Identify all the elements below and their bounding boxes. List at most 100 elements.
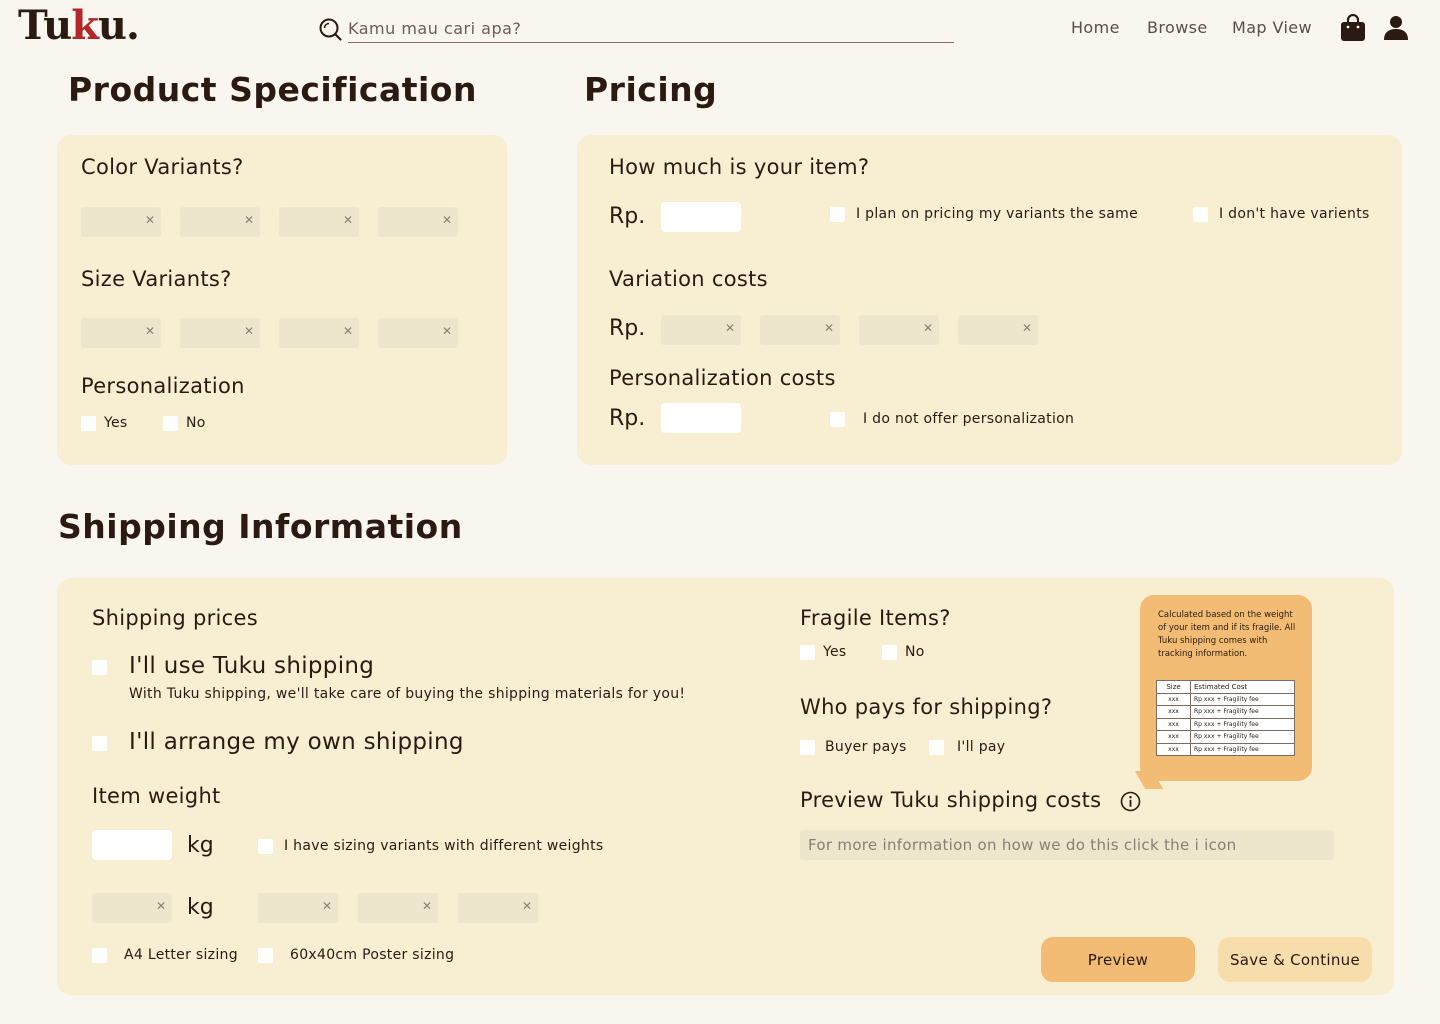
save-continue-button[interactable]: Save & Continue [1218, 937, 1372, 982]
no-variants-label: I don't have varients [1219, 206, 1370, 222]
nav-home[interactable]: Home [1071, 18, 1120, 37]
size-variant-chip[interactable]: ✕ [279, 318, 359, 348]
nav-map-view[interactable]: Map View [1232, 18, 1312, 37]
search-icon[interactable] [318, 17, 342, 41]
no-personalization-checkbox[interactable] [830, 412, 845, 427]
kg-label: kg [187, 833, 214, 858]
tuku-shipping-label: I'll use Tuku shipping [129, 653, 375, 679]
personalization-costs-label: Personalization costs [609, 366, 836, 390]
color-variant-chip[interactable]: ✕ [279, 207, 359, 237]
fragile-yes-label: Yes [823, 644, 847, 660]
a4-sizing-checkbox[interactable] [92, 948, 107, 963]
search-input[interactable] [348, 14, 954, 43]
how-much-label: How much is your item? [609, 155, 870, 179]
weight-input[interactable] [92, 830, 172, 860]
poster-sizing-label: 60x40cm Poster sizing [290, 947, 455, 963]
variation-cost-chip[interactable]: ✕ [958, 315, 1038, 345]
sizing-variants-checkbox[interactable] [258, 839, 273, 854]
personalization-yes-checkbox[interactable] [81, 416, 96, 431]
personalization-no-checkbox[interactable] [163, 416, 178, 431]
variation-cost-chip[interactable]: ✕ [760, 315, 840, 345]
color-variant-chip[interactable]: ✕ [378, 207, 458, 237]
buyer-pays-checkbox[interactable] [800, 740, 815, 755]
remove-icon[interactable]: ✕ [145, 324, 155, 338]
remove-icon[interactable]: ✕ [923, 321, 933, 335]
own-shipping-label: I'll arrange my own shipping [129, 729, 464, 755]
remove-icon[interactable]: ✕ [442, 324, 452, 338]
item-weight-label: Item weight [92, 784, 221, 808]
logo[interactable]: Tuku. [18, 2, 140, 49]
weight-variant-chip[interactable]: ✕ [258, 893, 338, 923]
color-variant-chip[interactable]: ✕ [180, 207, 260, 237]
variation-costs-label: Variation costs [609, 267, 768, 291]
fragile-yes-checkbox[interactable] [800, 645, 815, 660]
product-spec-card: Color Variants? ✕ ✕ ✕ ✕ Size Variants? ✕… [57, 135, 507, 465]
no-variants-checkbox[interactable] [1193, 207, 1208, 222]
preview-costs-label: Preview Tuku shipping costs [800, 788, 1102, 812]
pricing-card: How much is your item? Rp. I plan on pri… [577, 135, 1402, 465]
shipping-title: Shipping Information [58, 507, 463, 546]
shopping-bag-icon[interactable] [1340, 14, 1366, 42]
user-icon[interactable] [1384, 15, 1408, 41]
color-variants-label: Color Variants? [81, 155, 244, 179]
who-pays-label: Who pays for shipping? [800, 695, 1053, 719]
tuku-shipping-note: With Tuku shipping, we'll take care of b… [129, 686, 686, 702]
rp-label: Rp. [609, 316, 646, 341]
table-row: xxx Rp xxx + Fragility fee [1156, 730, 1295, 744]
shipping-prices-label: Shipping prices [92, 606, 258, 630]
remove-icon[interactable]: ✕ [244, 213, 254, 227]
poster-sizing-checkbox[interactable] [258, 948, 273, 963]
info-bar: For more information on how we do this c… [800, 830, 1334, 860]
preview-button[interactable]: Preview [1041, 937, 1195, 982]
weight-variant-chip[interactable]: ✕ [92, 893, 172, 923]
a4-sizing-label: A4 Letter sizing [124, 947, 238, 963]
remove-icon[interactable]: ✕ [1022, 321, 1032, 335]
info-icon[interactable] [1120, 791, 1141, 812]
personalization-price-input[interactable] [661, 403, 741, 433]
tooltip-text: Calculated based on the weight of your i… [1158, 610, 1296, 659]
ill-pay-label: I'll pay [957, 739, 1006, 755]
remove-icon[interactable]: ✕ [322, 899, 332, 913]
tooltip-table: Size Estimated Cost xxx Rp xxx + Fragilit… [1156, 680, 1295, 756]
size-variant-chip[interactable]: ✕ [81, 318, 161, 348]
remove-icon[interactable]: ✕ [725, 321, 735, 335]
remove-icon[interactable]: ✕ [522, 899, 532, 913]
kg-label: kg [187, 895, 214, 920]
table-row: xxx Rp xxx + Fragility fee [1156, 705, 1295, 719]
tuku-shipping-checkbox[interactable] [92, 660, 107, 675]
color-variant-chip[interactable]: ✕ [81, 207, 161, 237]
remove-icon[interactable]: ✕ [343, 213, 353, 227]
fragile-label: Fragile Items? [800, 606, 951, 630]
remove-icon[interactable]: ✕ [422, 899, 432, 913]
weight-variant-chip[interactable]: ✕ [358, 893, 438, 923]
product-spec-title: Product Specification [68, 70, 477, 109]
weight-variant-chip[interactable]: ✕ [458, 893, 538, 923]
remove-icon[interactable]: ✕ [145, 213, 155, 227]
fragile-no-checkbox[interactable] [882, 645, 897, 660]
sizing-variants-label: I have sizing variants with different we… [284, 838, 604, 854]
remove-icon[interactable]: ✕ [824, 321, 834, 335]
variation-cost-chip[interactable]: ✕ [859, 315, 939, 345]
table-row: xxx Rp xxx + Fragility fee [1156, 742, 1295, 756]
size-variants-label: Size Variants? [81, 267, 232, 291]
own-shipping-checkbox[interactable] [92, 736, 107, 751]
size-variant-chip[interactable]: ✕ [378, 318, 458, 348]
remove-icon[interactable]: ✕ [442, 213, 452, 227]
personalization-yes-label: Yes [104, 415, 128, 431]
size-variant-chip[interactable]: ✕ [180, 318, 260, 348]
same-price-label: I plan on pricing my variants the same [856, 206, 1138, 222]
table-row: xxx Rp xxx + Fragility fee [1156, 692, 1295, 706]
nav-browse[interactable]: Browse [1147, 18, 1208, 37]
remove-icon[interactable]: ✕ [343, 324, 353, 338]
ill-pay-checkbox[interactable] [929, 740, 944, 755]
remove-icon[interactable]: ✕ [244, 324, 254, 338]
fragile-no-label: No [905, 644, 925, 660]
same-price-checkbox[interactable] [830, 207, 845, 222]
table-header-cost: Estimated Cost [1190, 680, 1295, 694]
pricing-title: Pricing [584, 70, 718, 109]
personalization-label: Personalization [81, 374, 245, 398]
remove-icon[interactable]: ✕ [156, 899, 166, 913]
variation-cost-chip[interactable]: ✕ [661, 315, 741, 345]
price-input[interactable] [661, 202, 741, 232]
table-header-size: Size [1156, 680, 1191, 694]
